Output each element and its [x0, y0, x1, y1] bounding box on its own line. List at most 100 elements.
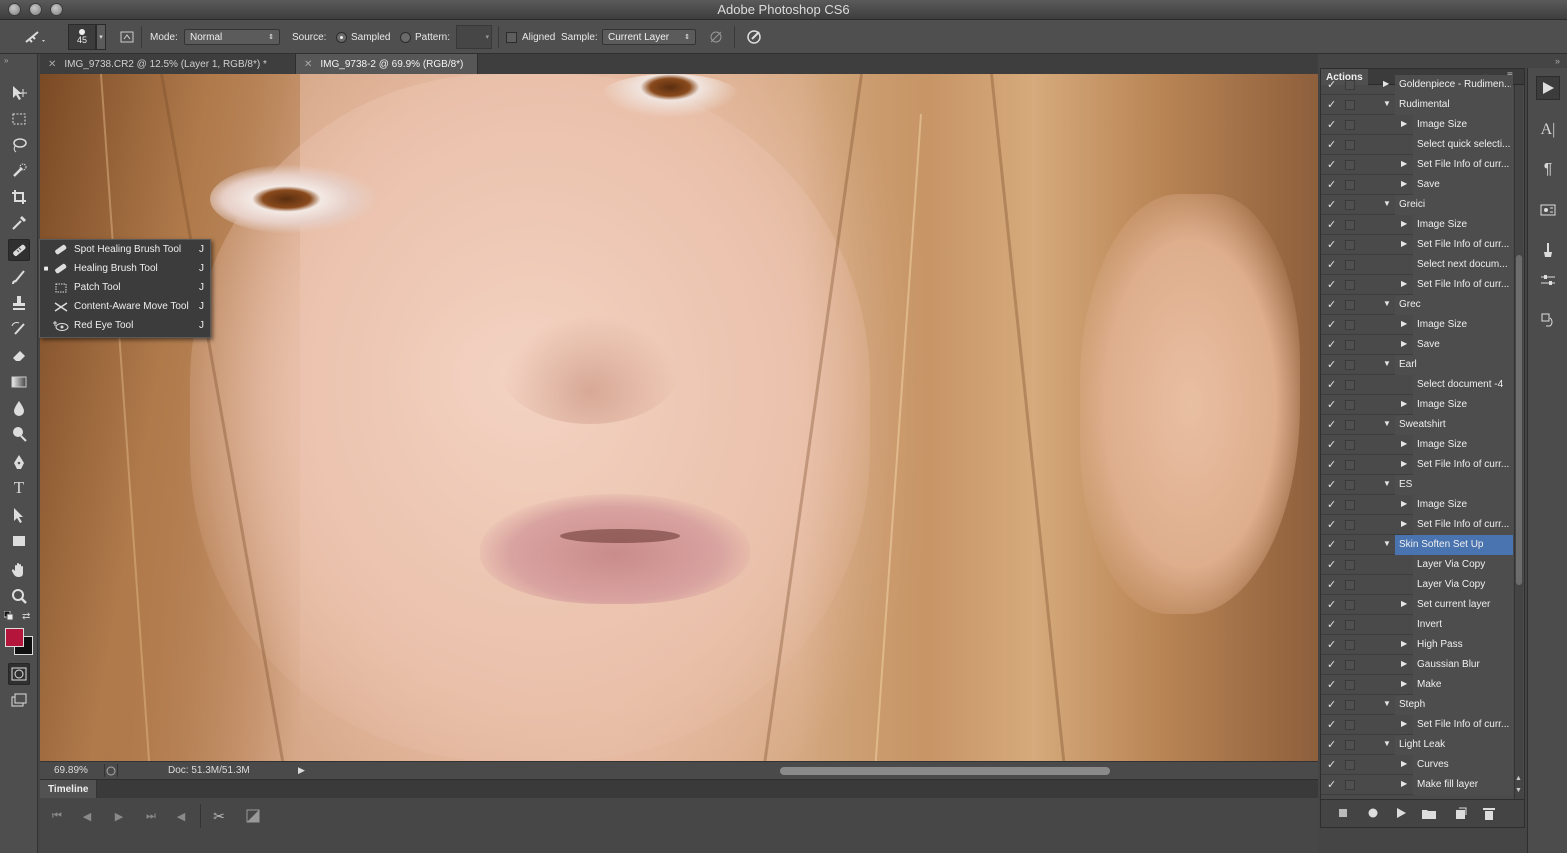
gradient-tool-icon[interactable] — [8, 371, 30, 393]
play-selection-icon[interactable] — [1393, 806, 1409, 820]
action-row[interactable]: ✓ ▼ Sweatshirt — [1321, 415, 1513, 435]
dialog-toggle-box[interactable] — [1345, 460, 1355, 470]
collapse-strip-icon[interactable]: » — [1555, 56, 1560, 66]
action-row[interactable]: ✓ Layer Via Copy — [1321, 575, 1513, 595]
rectangle-tool-icon[interactable] — [8, 530, 30, 552]
action-row[interactable]: ✓ ▶ Image Size — [1321, 435, 1513, 455]
toggle-check-icon[interactable]: ✓ — [1327, 698, 1336, 711]
pattern-picker[interactable]: ▾ — [456, 25, 492, 49]
toggle-check-icon[interactable]: ✓ — [1327, 478, 1336, 491]
dialog-toggle-box[interactable] — [1345, 140, 1355, 150]
action-row[interactable]: ✓ Layer Via Copy — [1321, 555, 1513, 575]
toggle-check-icon[interactable]: ✓ — [1327, 78, 1336, 91]
dialog-toggle-box[interactable] — [1345, 260, 1355, 270]
zoom-tool-icon[interactable] — [8, 585, 30, 607]
character-panel-icon[interactable]: A| — [1536, 118, 1560, 142]
dialog-toggle-box[interactable] — [1345, 120, 1355, 130]
sample-select[interactable]: Current Layer ⇕ — [602, 29, 696, 45]
toggle-check-icon[interactable]: ✓ — [1327, 338, 1336, 351]
audio-icon[interactable]: ◀ — [172, 808, 190, 824]
close-tab-icon[interactable]: ✕ — [48, 59, 56, 70]
dialog-toggle-box[interactable] — [1345, 640, 1355, 650]
collapse-triangle-icon[interactable]: ▶ — [1401, 279, 1407, 288]
toggle-check-icon[interactable]: ✓ — [1327, 398, 1336, 411]
hand-tool-icon[interactable] — [8, 559, 30, 581]
action-row[interactable]: ✓ Invert — [1321, 615, 1513, 635]
action-row[interactable]: ✓ Select quick selecti... — [1321, 135, 1513, 155]
collapse-triangle-icon[interactable]: ▶ — [1401, 399, 1407, 408]
toggle-check-icon[interactable]: ✓ — [1327, 738, 1336, 751]
expand-triangle-icon[interactable]: ▼ — [1383, 419, 1391, 428]
collapse-triangle-icon[interactable]: ▶ — [1401, 219, 1407, 228]
expand-triangle-icon[interactable]: ▼ — [1383, 99, 1391, 108]
toggle-check-icon[interactable]: ✓ — [1327, 138, 1336, 151]
transition-icon[interactable] — [244, 808, 262, 824]
pen-tool-icon[interactable] — [8, 451, 30, 473]
actions-scrollbar[interactable]: ▲ ▼ — [1514, 85, 1523, 799]
dialog-toggle-box[interactable] — [1345, 360, 1355, 370]
toggle-check-icon[interactable]: ✓ — [1327, 418, 1336, 431]
lasso-tool-icon[interactable] — [8, 134, 30, 156]
brush-presets-icon[interactable] — [1536, 198, 1560, 222]
dialog-toggle-box[interactable] — [1345, 740, 1355, 750]
eyedropper-tool-icon[interactable] — [8, 212, 30, 234]
toggle-check-icon[interactable]: ✓ — [1327, 278, 1336, 291]
action-row[interactable]: ✓ Select document -4 — [1321, 375, 1513, 395]
collapse-triangle-icon[interactable]: ▶ — [1401, 659, 1407, 668]
document-tab[interactable]: ✕ IMG_9738.CR2 @ 12.5% (Layer 1, RGB/8*)… — [40, 54, 296, 74]
toggle-check-icon[interactable]: ✓ — [1327, 458, 1336, 471]
toggle-check-icon[interactable]: ✓ — [1327, 658, 1336, 671]
action-row[interactable]: ✓ ▶ Image Size — [1321, 315, 1513, 335]
collapse-triangle-icon[interactable]: ▶ — [1401, 159, 1407, 168]
aligned-checkbox[interactable] — [506, 31, 517, 43]
flyout-item-spot-healing[interactable]: Spot Healing Brush Tool J — [40, 240, 210, 259]
toggle-check-icon[interactable]: ✓ — [1327, 498, 1336, 511]
action-row[interactable]: ✓ ▶ Image Size — [1321, 115, 1513, 135]
ignore-adjustment-layers-icon[interactable] — [707, 28, 725, 46]
action-row[interactable]: ✓ ▶ Image Size — [1321, 215, 1513, 235]
status-options-icon[interactable] — [104, 764, 118, 777]
toggle-check-icon[interactable]: ✓ — [1327, 678, 1336, 691]
tool-preset-picker[interactable] — [20, 20, 48, 54]
sampled-radio[interactable] — [336, 31, 347, 43]
action-row[interactable]: ✓ ▶ High Pass — [1321, 635, 1513, 655]
collapse-triangle-icon[interactable]: ▶ — [1401, 519, 1407, 528]
action-row[interactable]: ✓ ▼ Light Leak — [1321, 735, 1513, 755]
collapse-triangle-icon[interactable]: ▶ — [1401, 599, 1407, 608]
flyout-item-patch[interactable]: Patch Tool J — [40, 278, 210, 297]
horizontal-scrollbar[interactable] — [780, 767, 1110, 775]
dialog-toggle-box[interactable] — [1345, 180, 1355, 190]
action-row[interactable]: ✓ ▶ Set File Info of curr... — [1321, 155, 1513, 175]
toggle-check-icon[interactable]: ✓ — [1327, 118, 1336, 131]
toggle-check-icon[interactable]: ✓ — [1327, 238, 1336, 251]
marquee-tool-icon[interactable] — [8, 108, 30, 130]
split-scissors-icon[interactable]: ✂ — [210, 808, 228, 824]
action-row[interactable]: ✓ ▼ Rudimental — [1321, 95, 1513, 115]
clone-source-panel-icon[interactable] — [1536, 308, 1560, 332]
brush-settings-icon[interactable] — [118, 28, 136, 46]
blur-tool-icon[interactable] — [8, 397, 30, 419]
collapse-triangle-icon[interactable]: ▶ — [1401, 339, 1407, 348]
collapse-triangle-icon[interactable]: ▶ — [1401, 459, 1407, 468]
healing-brush-tool-icon[interactable] — [8, 239, 30, 261]
action-row[interactable]: ✓ ▶ Set File Info of curr... — [1321, 275, 1513, 295]
dialog-toggle-box[interactable] — [1345, 480, 1355, 490]
toggle-check-icon[interactable]: ✓ — [1327, 598, 1336, 611]
status-menu-arrow-icon[interactable]: ▶ — [298, 765, 305, 776]
expand-triangle-icon[interactable]: ▼ — [1383, 359, 1391, 368]
action-row[interactable]: ✓ ▶ Set File Info of curr... — [1321, 455, 1513, 475]
clone-stamp-tool-icon[interactable] — [8, 292, 30, 314]
action-row[interactable]: ✓ Select next docum... — [1321, 255, 1513, 275]
dialog-toggle-box[interactable] — [1345, 620, 1355, 630]
flyout-item-content-aware-move[interactable]: Content-Aware Move Tool J — [40, 297, 210, 316]
type-tool-icon[interactable]: T — [8, 477, 30, 499]
dialog-toggle-box[interactable] — [1345, 300, 1355, 310]
dialog-toggle-box[interactable] — [1345, 100, 1355, 110]
toggle-check-icon[interactable]: ✓ — [1327, 98, 1336, 111]
dialog-toggle-box[interactable] — [1345, 240, 1355, 250]
action-row[interactable]: ✓ ▶ Gaussian Blur — [1321, 655, 1513, 675]
toggle-check-icon[interactable]: ✓ — [1327, 638, 1336, 651]
expand-triangle-icon[interactable]: ▼ — [1383, 199, 1391, 208]
new-action-icon[interactable] — [1453, 806, 1469, 820]
history-brush-tool-icon[interactable] — [8, 318, 30, 340]
